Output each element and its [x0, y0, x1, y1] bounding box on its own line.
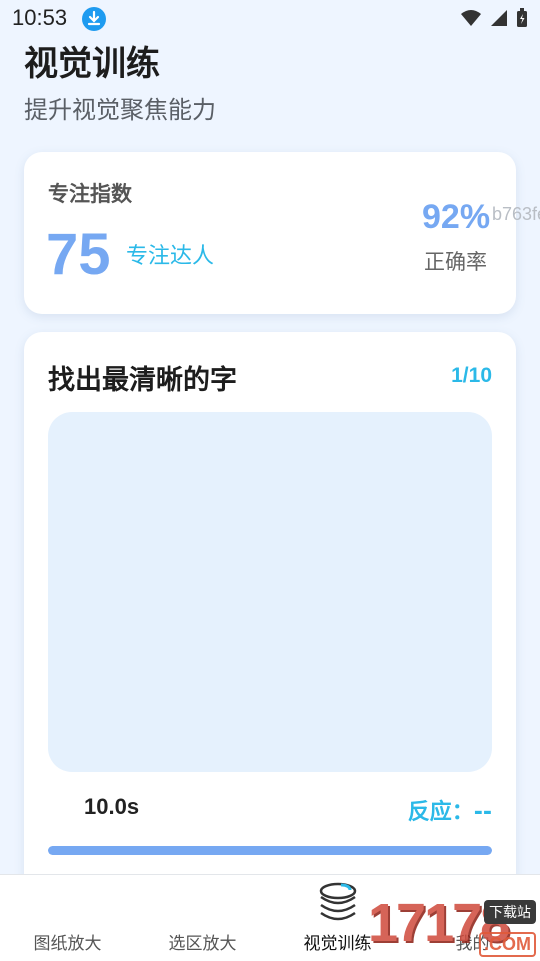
time-progress-fill	[48, 846, 492, 855]
countdown-timer: 10.0s	[84, 794, 140, 819]
game-play-area[interactable]	[48, 412, 492, 772]
nav-item-drawing-zoom[interactable]: 图纸放大	[0, 875, 135, 961]
page-title: 视觉训练	[24, 44, 160, 84]
nav-item-label: 选区放大	[168, 934, 237, 954]
signal-icon	[491, 10, 507, 26]
wifi-icon	[461, 10, 481, 26]
status-bar: 10:53	[0, 0, 540, 36]
watermark-com: .COM	[479, 932, 536, 957]
game-title: 找出最清晰的字	[48, 365, 237, 396]
focus-index-card: 专注指数 75 专注达人 92% b763fea 正确率	[24, 152, 540, 314]
page-subtitle: 提升视觉聚焦能力	[24, 96, 216, 124]
battery-icon	[517, 8, 527, 27]
time-progress-bar	[48, 846, 492, 855]
site-watermark-logo: 17178 下载站 .COM	[368, 893, 540, 960]
focus-index-score: 75	[46, 222, 111, 287]
nav-item-label: 图纸放大	[33, 934, 102, 954]
system-icons	[460, 6, 528, 30]
nav-item-region-zoom[interactable]: 选区放大	[135, 875, 270, 961]
reaction-time: 反应：--	[407, 800, 492, 825]
watermark-tag: 下载站	[484, 900, 536, 924]
focus-index-label: 专注指数	[48, 182, 132, 206]
training-game-card: 找出最清晰的字 1/10 10.0s 反应：--	[24, 332, 516, 892]
status-time: 10:53	[12, 5, 68, 30]
accuracy-value: 92%	[422, 198, 491, 236]
focus-level-badge: 专注达人	[126, 244, 215, 269]
accuracy-overlay-text: b763fea	[492, 204, 540, 224]
game-progress-count: 1/10	[451, 364, 492, 387]
accuracy-label: 正确率	[424, 250, 487, 274]
training-stack-icon	[319, 882, 357, 921]
download-icon	[82, 7, 106, 31]
